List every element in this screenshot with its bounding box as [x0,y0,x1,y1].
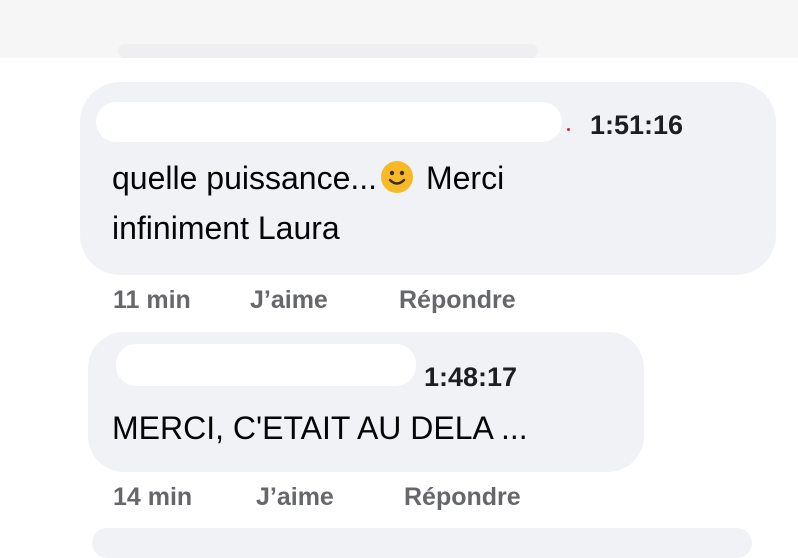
comment-age: 14 min [113,483,193,511]
comment-actions: 14 min J’aime Répondre [113,483,613,513]
comment-age: 11 min [113,286,191,314]
comment-text: MERCI, C'ETAIT AU DELA ... [112,410,528,446]
video-timestamp-link[interactable]: 1:51:16 [590,110,683,141]
cropped-text-remnant [118,44,538,58]
unread-dot [567,128,570,131]
comment-text-line-end: Merci [425,160,505,196]
comment-text-line: quelle puissance... [112,160,378,196]
like-button[interactable]: J’aime [250,286,328,315]
comment-actions: 11 min J’aime Répondre [113,286,613,316]
comment-bubble [88,332,644,472]
reply-button[interactable]: Répondre [399,286,516,315]
reply-button[interactable]: Répondre [404,483,521,512]
like-button[interactable]: J’aime [256,483,334,512]
comment-text-line-2: infiniment Laura [112,210,340,246]
previous-comment-fragment [0,0,798,58]
next-comment-fragment [92,528,752,558]
smiling-face-icon [381,161,414,193]
redacted-author-name [96,102,562,142]
comment-text: quelle puissance... Merci [112,155,504,201]
redacted-author-name [116,344,416,386]
video-timestamp-link[interactable]: 1:48:17 [424,362,517,393]
